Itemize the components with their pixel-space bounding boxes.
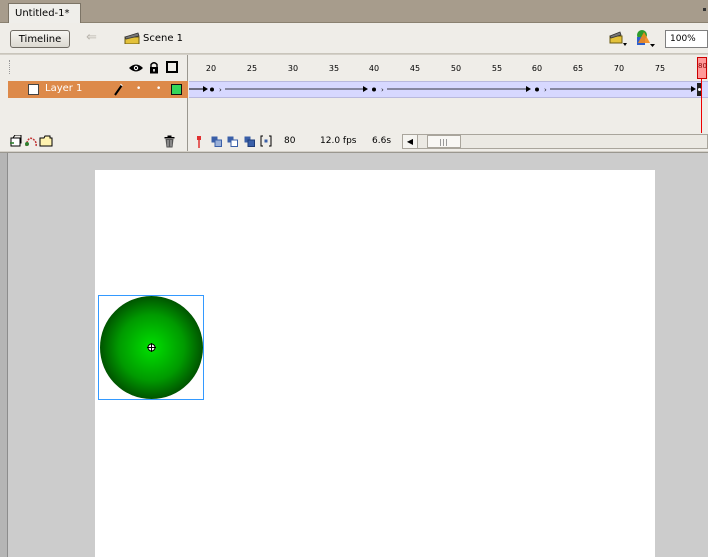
svg-text:›: › <box>219 86 222 94</box>
edit-multiple-frames-icon[interactable] <box>244 136 255 147</box>
layer-row-layer-1[interactable]: Layer 1 • • <box>8 81 188 98</box>
onion-skin-icon[interactable] <box>211 136 222 147</box>
layer-1-frames[interactable]: › › › <box>189 81 708 98</box>
layer-footer-controls <box>0 133 188 151</box>
frames-panel: 20 25 30 35 40 45 50 55 60 65 70 75 80 › <box>189 55 708 151</box>
playhead[interactable]: 80 <box>697 57 707 79</box>
registration-point-icon <box>147 343 156 352</box>
timeline-panel: Layer 1 • • 20 25 30 35 40 45 50 55 60 6… <box>0 55 708 151</box>
document-tab[interactable]: Untitled-1* <box>8 3 81 23</box>
center-frame-icon[interactable] <box>196 136 202 148</box>
modify-onion-markers-icon[interactable] <box>260 135 272 147</box>
edit-symbols-icon[interactable] <box>634 28 656 48</box>
outline-icon[interactable] <box>166 61 178 73</box>
scroll-left-arrow-icon[interactable]: ◀ <box>403 135 418 148</box>
edit-scene-icon[interactable] <box>608 29 628 47</box>
trash-icon[interactable] <box>164 135 175 148</box>
layers-panel: Layer 1 • • <box>0 55 188 151</box>
new-folder-icon[interactable] <box>39 135 53 147</box>
timeline-toggle-button[interactable]: Timeline <box>10 30 70 48</box>
frame-rate-readout[interactable]: 12.0 fps <box>320 136 356 146</box>
ruler-tick: 75 <box>654 64 666 73</box>
ruler-tick: 45 <box>409 64 421 73</box>
zoom-input[interactable] <box>665 30 708 48</box>
layer-name[interactable]: Layer 1 <box>45 83 82 94</box>
timeline-horizontal-scrollbar[interactable]: ◀ <box>402 134 708 149</box>
ruler-tick: 25 <box>246 64 258 73</box>
ruler-tick: 65 <box>572 64 584 73</box>
ruler-tick: 20 <box>205 64 217 73</box>
ruler-tick: 35 <box>328 64 340 73</box>
tools-panel-edge <box>0 153 8 557</box>
motion-guide-icon[interactable] <box>24 135 38 147</box>
pencil-icon <box>114 83 123 96</box>
scene-label: Scene 1 <box>143 33 184 44</box>
ruler-tick: 55 <box>491 64 503 73</box>
svg-text:›: › <box>544 86 547 94</box>
onion-skin-outlines-icon[interactable] <box>227 136 238 147</box>
back-arrow-icon[interactable]: ⇐ <box>86 30 97 45</box>
panel-grip[interactable] <box>9 60 12 74</box>
current-frame-readout: 80 <box>284 136 296 146</box>
tabbar-menu-dot[interactable] <box>703 8 706 11</box>
ruler-tick: 40 <box>368 64 380 73</box>
visibility-dot-icon[interactable]: • <box>136 85 141 94</box>
edit-bar: Timeline ⇐ Scene 1 <box>0 23 708 54</box>
frame-ruler[interactable]: 20 25 30 35 40 45 50 55 60 65 70 75 80 <box>189 55 708 81</box>
elapsed-time-readout: 6.6s <box>372 136 392 146</box>
motion-tween-track: › › › <box>189 83 702 96</box>
selected-shape-bounding-box[interactable] <box>98 295 204 400</box>
document-tab-title: Untitled-1* <box>15 8 70 19</box>
layer-outline-color-swatch[interactable] <box>171 84 182 95</box>
ruler-tick: 60 <box>531 64 543 73</box>
layer-icon <box>28 84 39 95</box>
timeline-status-bar: 80 12.0 fps 6.6s ◀ <box>189 133 708 151</box>
stage-area <box>0 152 708 557</box>
eye-icon[interactable] <box>128 63 144 73</box>
lock-dot-icon[interactable]: • <box>156 85 161 94</box>
layer-header <box>0 55 188 81</box>
document-tab-bar: Untitled-1* <box>0 0 708 23</box>
lock-icon[interactable] <box>149 61 159 74</box>
playhead-line <box>701 79 702 133</box>
new-layer-icon[interactable] <box>10 135 22 147</box>
ruler-tick: 70 <box>613 64 625 73</box>
svg-text:›: › <box>381 86 384 94</box>
scroll-thumb[interactable] <box>427 135 461 148</box>
ruler-tick: 30 <box>287 64 299 73</box>
ruler-tick: 50 <box>450 64 462 73</box>
clapper-icon <box>124 32 140 44</box>
